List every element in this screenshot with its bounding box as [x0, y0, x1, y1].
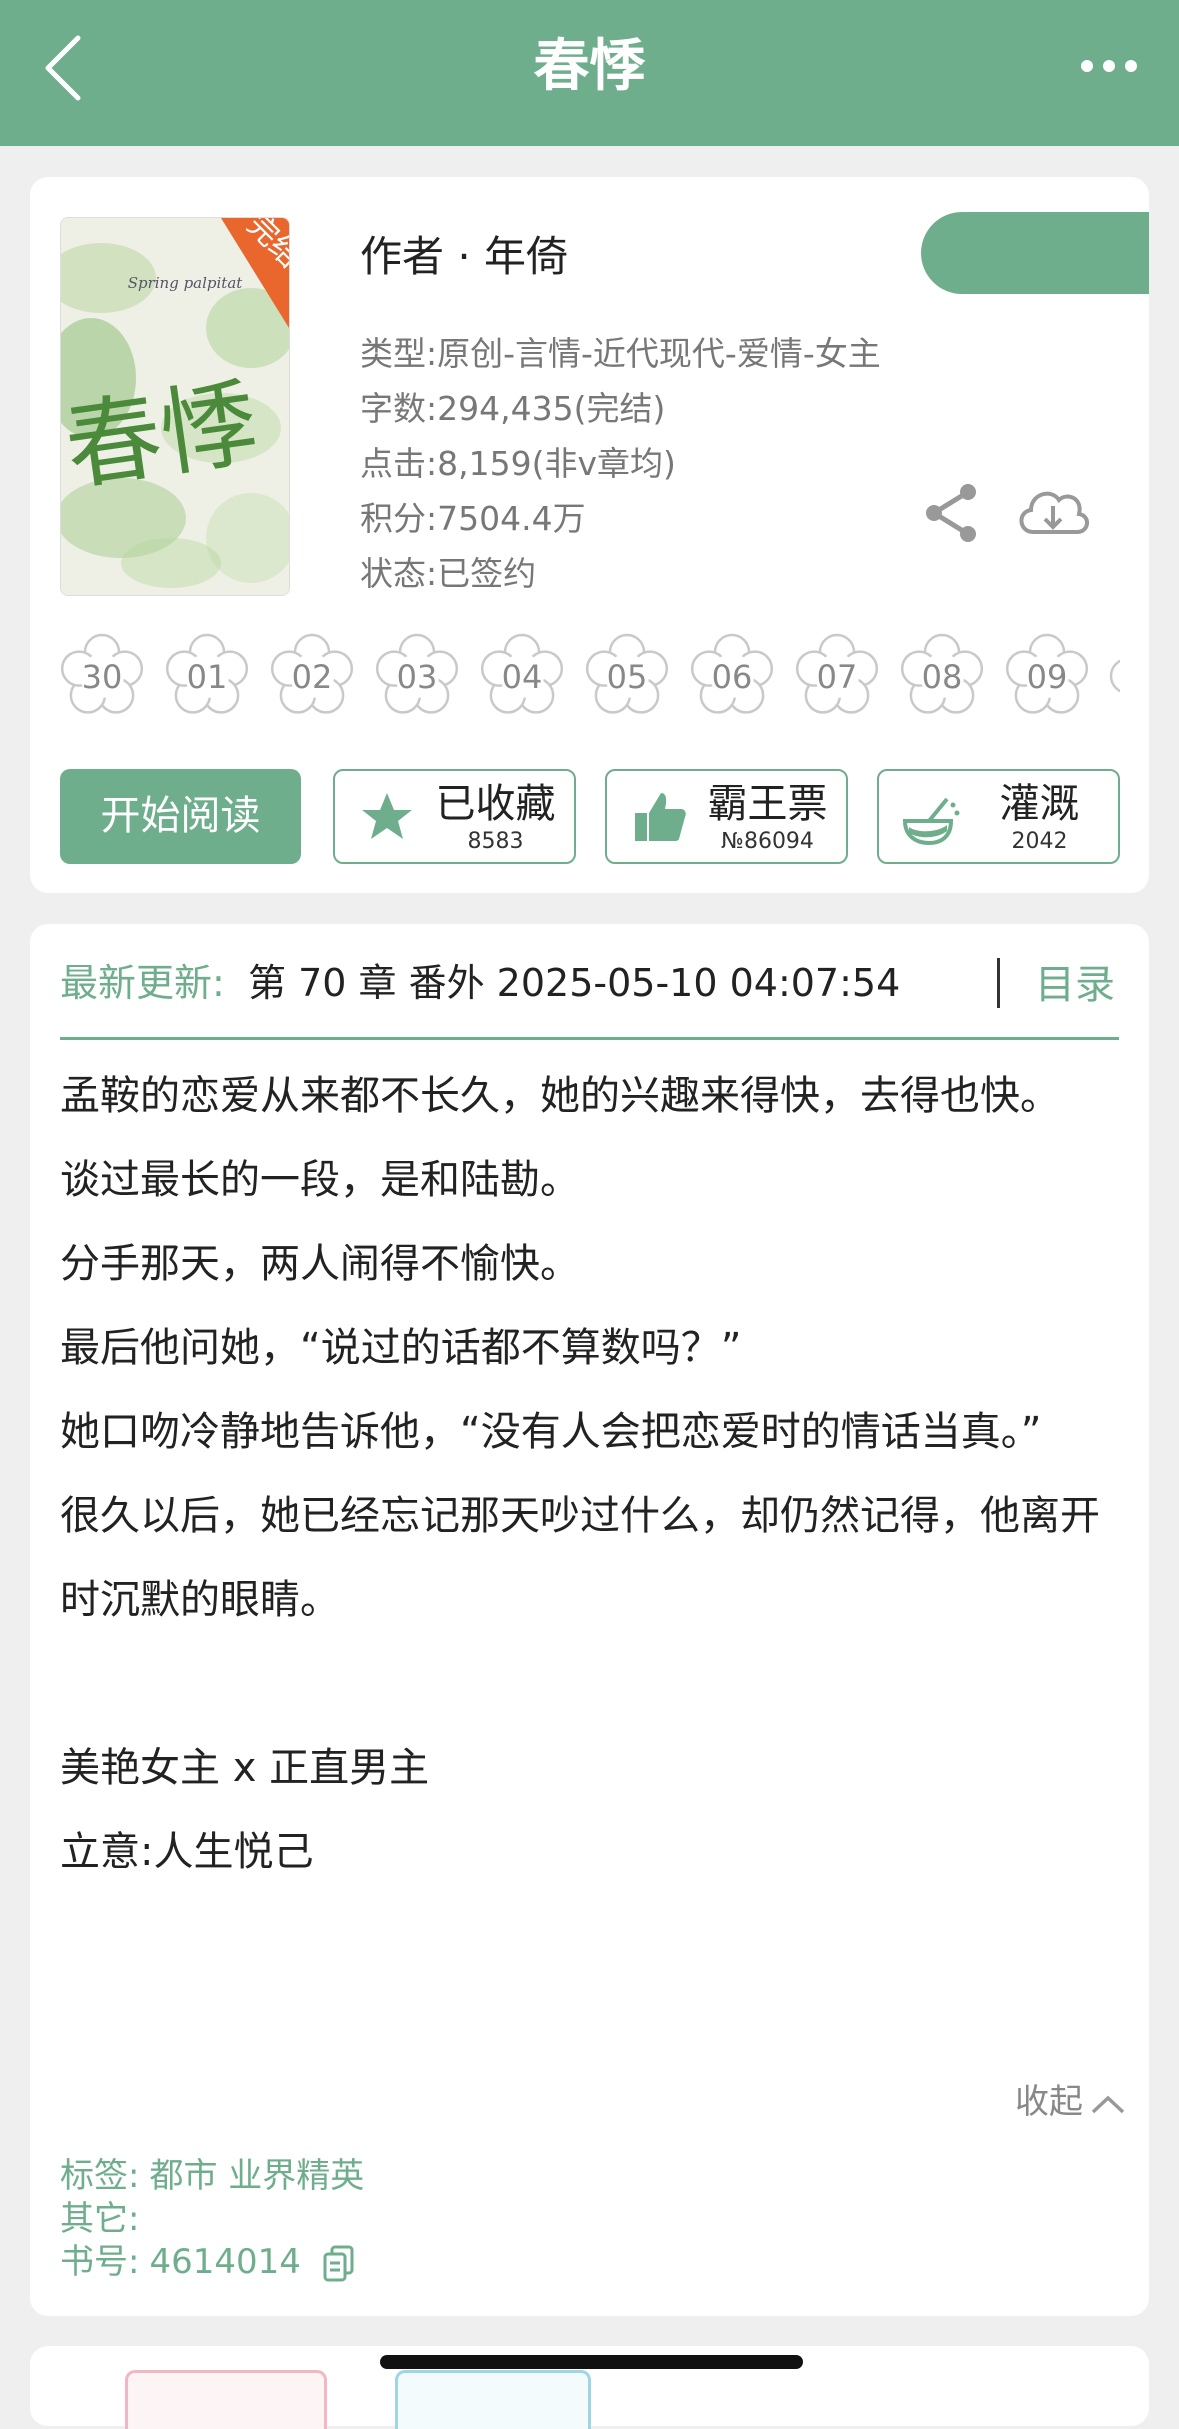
book-id-value: 4614014	[149, 2242, 301, 2282]
water-button[interactable]: 灌溉 2042	[877, 769, 1120, 864]
latest-update-label: 最新更新:	[60, 961, 225, 1005]
thumbnail[interactable]	[395, 2370, 591, 2429]
thumbnail[interactable]	[125, 2370, 327, 2429]
more-dots-icon[interactable]	[1079, 55, 1139, 77]
chapter-flower-item[interactable]: 06	[688, 632, 776, 720]
chapter-number: 05	[606, 658, 648, 696]
chapter-flower-item[interactable]: 07	[793, 632, 881, 720]
page-title: 春悸	[533, 34, 646, 99]
copy-icon[interactable]	[322, 2245, 356, 2283]
collapse-button[interactable]: 收起	[1015, 2074, 1127, 2123]
other-label: 其它:	[60, 2199, 140, 2239]
chapter-flower-item[interactable]: 30	[60, 632, 146, 720]
home-indicator	[380, 2355, 803, 2369]
intro-card: 最新更新: 第 70 章 番外 2025-05-10 04:07:54 目录 孟…	[30, 924, 1149, 2316]
share-icon[interactable]	[920, 482, 982, 544]
watering-can-icon	[902, 797, 960, 846]
tags-value[interactable]: 都市 业界精英	[149, 2156, 364, 2196]
chapter-number: 07	[816, 658, 858, 696]
water-count: 2042	[1011, 829, 1068, 854]
ticket-label: 霸王票	[707, 781, 828, 827]
thumbs-up-icon	[635, 793, 686, 841]
divider	[997, 958, 1000, 1008]
tags-label: 标签:	[60, 2156, 140, 2196]
intro-paragraph: 美艳女主 x 正直男主	[60, 1745, 430, 1791]
star-icon	[362, 793, 412, 839]
latest-chapter-link[interactable]: 第 70 章 番外 2025-05-10 04:07:54	[248, 952, 900, 1007]
book-id-row: 书号: 4614014	[60, 2242, 356, 2283]
collect-label: 已收藏	[435, 781, 556, 827]
other-row: 其它:	[60, 2199, 139, 2239]
chapter-flower-item[interactable]: 02	[268, 632, 356, 720]
book-type: 类型:原创-言情-近代现代-爱情-女主	[360, 334, 881, 373]
chapter-flower-item[interactable]: 05	[583, 632, 671, 720]
chapter-flower-item[interactable]	[1108, 632, 1120, 720]
book-cover[interactable]: 完结 Spring palpitat 春悸	[60, 217, 290, 596]
intro-paragraph: 她口吻冷静地告诉他，“没有人会把恋爱时的情话当真。”	[60, 1409, 1042, 1455]
cover-art: 完结 Spring palpitat 春悸	[61, 218, 289, 595]
chapter-number: 06	[711, 658, 753, 696]
collect-button[interactable]: 已收藏 8583	[333, 769, 576, 864]
toc-link[interactable]: 目录	[1035, 952, 1115, 1010]
intro-paragraph: 分手那天，两人闹得不愉快。	[60, 1241, 580, 1287]
book-introduction: 孟鞍的恋爱从来都不长久，她的兴趣来得快，去得也快。 谈过最长的一段，是和陆勘。 …	[60, 1054, 1120, 1894]
intro-paragraph: 很久以后，她已经忘记那天吵过什么，却仍然记得，他离开时沉默的眼睛。	[60, 1493, 1100, 1623]
book-info-card: 完结 Spring palpitat 春悸 作者 · 年倚 类型:原创-言情-近…	[30, 177, 1149, 893]
chapter-number: 08	[921, 658, 963, 696]
click-count: 点击:8,159(非v章均)	[360, 444, 676, 483]
chapter-number: 09	[1026, 658, 1068, 696]
chapter-number: 04	[501, 658, 543, 696]
top-bar: 春悸	[0, 0, 1179, 146]
divider-line	[60, 1037, 1119, 1040]
intro-paragraph: 立意:人生悦己	[60, 1829, 314, 1875]
chapter-flower-item[interactable]: 08	[898, 632, 986, 720]
collapse-label: 收起	[1015, 2082, 1083, 2122]
book-id-label: 书号:	[60, 2242, 140, 2282]
chevron-up-icon	[1091, 2095, 1125, 2113]
cloud-download-icon[interactable]	[1015, 482, 1091, 544]
chapter-number: 30	[81, 658, 123, 696]
word-count: 字数:294,435(完结)	[360, 389, 666, 428]
chapter-flower-item[interactable]: 04	[478, 632, 566, 720]
water-label: 灌溉	[999, 781, 1080, 827]
author[interactable]: 作者 · 年倚	[360, 223, 568, 284]
tags-row: 标签: 都市 业界精英	[60, 2156, 364, 2196]
chapter-number: 01	[186, 658, 228, 696]
start-reading-button[interactable]: 开始阅读	[60, 769, 301, 864]
chapter-flower-list: 30 01 02 03 04 05 06 07 08 09	[60, 632, 1120, 724]
chapter-number: 03	[396, 658, 438, 696]
status: 状态:已签约	[360, 554, 537, 593]
intro-paragraph: 最后他问她，“说过的话都不算数吗？”	[60, 1325, 742, 1371]
intro-paragraph: 孟鞍的恋爱从来都不长久，她的兴趣来得快，去得也快。	[60, 1073, 1060, 1119]
score: 积分:7504.4万	[360, 499, 586, 538]
chapter-number: 02	[291, 658, 333, 696]
ticket-button[interactable]: 霸王票 №86094	[605, 769, 848, 864]
header-pill[interactable]	[921, 212, 1149, 294]
cover-subtitle: Spring palpitat	[128, 274, 244, 292]
chapter-flower-item[interactable]: 03	[373, 632, 461, 720]
intro-paragraph: 谈过最长的一段，是和陆勘。	[60, 1157, 580, 1203]
collect-count: 8583	[467, 829, 524, 854]
ticket-count: №86094	[721, 829, 814, 854]
chapter-flower-item[interactable]: 01	[163, 632, 251, 720]
flower-icon	[1109, 659, 1120, 693]
chapter-flower-item[interactable]: 09	[1003, 632, 1091, 720]
